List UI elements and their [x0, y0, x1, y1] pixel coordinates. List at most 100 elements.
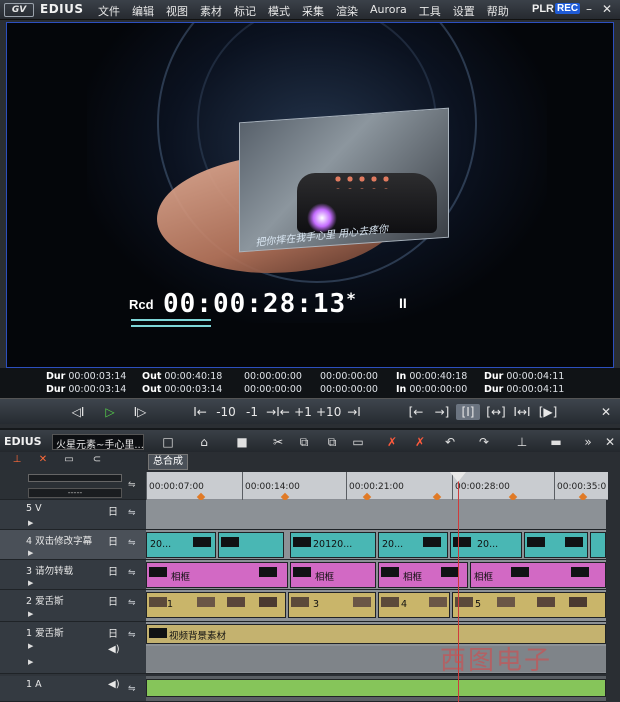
toggle-icon[interactable]: ⊂ [88, 454, 106, 468]
plr-button[interactable]: PLR [532, 3, 554, 15]
lane-4[interactable]: 20... 20120... 20... 20... [146, 530, 606, 560]
close-viewer-icon[interactable]: ✕ [598, 404, 614, 420]
forward-10-button[interactable]: +10 [316, 404, 341, 420]
mark-in-button[interactable]: [← [406, 404, 426, 420]
close-icon[interactable]: ✕ [600, 2, 614, 16]
cut-icon[interactable]: ✂ [270, 434, 286, 450]
menu-aurora[interactable]: Aurora [364, 3, 413, 19]
paste-icon[interactable]: ⧉ [324, 434, 340, 450]
video-clip[interactable]: 5 [452, 592, 606, 618]
track-header-2[interactable]: 2 爱舌斯 日 ⇋ ▶ [0, 590, 146, 622]
menu-render[interactable]: 渲染 [330, 3, 364, 19]
minimize-icon[interactable]: – [582, 2, 596, 16]
timeline-ruler[interactable]: 00:00:07:00 00:00:14:00 00:00:21:00 00:0… [146, 472, 608, 502]
tab-sequence[interactable]: 总合成 [148, 454, 188, 470]
menu-view[interactable]: 视图 [160, 3, 194, 19]
new-project-icon[interactable]: □ [160, 434, 176, 450]
video-clip[interactable]: 3 [288, 592, 376, 618]
step-button[interactable]: →I← [266, 404, 290, 420]
audio-clip[interactable] [146, 679, 606, 697]
frame-clip[interactable]: 相框 [378, 562, 468, 588]
track-header-4[interactable]: 4 双击修改字幕 日 ⇋ ▶ [0, 530, 146, 560]
rewind-1-button[interactable]: -1 [244, 404, 260, 420]
loop-button[interactable]: [▶] [536, 404, 560, 420]
expand-icon[interactable]: ▶ [28, 549, 33, 557]
lane-3[interactable]: 相框 相框 相框 相框 [146, 560, 606, 590]
title-clip[interactable]: 20... [450, 532, 522, 558]
title-clip[interactable]: 20... [378, 532, 448, 558]
rec-button[interactable]: REC [555, 3, 581, 14]
prev-frame-button[interactable]: ◁I [68, 404, 88, 420]
frame-clip[interactable]: 相框 [146, 562, 288, 588]
zoom-dropdown[interactable]: ----- [28, 488, 122, 498]
link-icon[interactable]: ▭ [60, 454, 78, 468]
speaker-icon[interactable]: ◀) [108, 679, 120, 690]
title-clip[interactable]: 20120... [290, 532, 376, 558]
video-track-icon[interactable]: 日 [108, 503, 118, 518]
expand-icon[interactable]: ▶ [28, 642, 33, 650]
ripple-button[interactable]: I↔I [510, 404, 534, 420]
track-header-5v[interactable]: 5 V 日 ⇋ ▶ [0, 500, 146, 530]
copy-icon[interactable]: ⧉ [296, 434, 312, 450]
replace-icon[interactable]: ▭ [350, 434, 366, 450]
menu-mode[interactable]: 模式 [262, 3, 296, 19]
expand-icon[interactable]: ▶ [28, 610, 33, 618]
recorder-viewer[interactable]: 把你摔在我手心里 用心去疼你 Rcd 00:00:28:13* II [6, 22, 614, 368]
track-header-3[interactable]: 3 请勿转载 日 ⇋ ▶ [0, 560, 146, 590]
video-track-icon[interactable]: 日 [108, 533, 118, 548]
video-clip[interactable]: 4 [378, 592, 450, 618]
video-track-icon[interactable]: 日 [108, 593, 118, 608]
track-header-1va[interactable]: 1 爱舌斯 日 ◀) ⇋ ▶ ▶ [0, 622, 146, 674]
ripple-delete-icon[interactable]: ✗ [412, 434, 428, 450]
rewind-10-button[interactable]: -10 [215, 404, 237, 420]
vertical-scrollbar[interactable] [608, 500, 620, 702]
marker-icon[interactable]: ⊥ [514, 434, 530, 450]
video-track-icon[interactable]: 日 [108, 625, 118, 640]
center-button[interactable]: [I] [456, 404, 480, 420]
next-frame-button[interactable]: I▷ [130, 404, 150, 420]
video-track-icon[interactable]: 日 [108, 563, 118, 578]
speaker-icon[interactable]: ◀) [108, 644, 120, 655]
expand-icon[interactable]: ▶ [28, 658, 33, 666]
play-button[interactable]: ▷ [100, 404, 120, 420]
title-clip[interactable] [524, 532, 588, 558]
sync-lock-icon[interactable]: ✕ [34, 454, 52, 468]
expand-icon[interactable]: ▶ [28, 519, 33, 527]
playhead-handle[interactable] [450, 472, 466, 482]
menu-marker[interactable]: 标记 [228, 3, 262, 19]
undo-icon[interactable]: ↶ [442, 434, 458, 450]
frame-clip[interactable]: 相框 [470, 562, 606, 588]
jump-start-button[interactable]: I← [190, 404, 210, 420]
frame-clip[interactable]: 相框 [290, 562, 376, 588]
lane-1a[interactable] [146, 676, 606, 702]
project-name-field[interactable]: 火星元素~手心里... [52, 434, 144, 450]
zoom-slider[interactable] [28, 474, 122, 482]
title-clip[interactable] [218, 532, 284, 558]
more-icon[interactable]: » [580, 434, 596, 450]
title-clip[interactable] [590, 532, 606, 558]
forward-1-button[interactable]: +1 [294, 404, 312, 420]
save-icon[interactable]: ■ [234, 434, 250, 450]
title-clip[interactable]: 20... [146, 532, 216, 558]
expand-icon[interactable]: ▶ [28, 579, 33, 587]
menu-help[interactable]: 帮助 [481, 3, 515, 19]
menu-edit[interactable]: 编辑 [126, 3, 160, 19]
mark-out-button[interactable]: →] [432, 404, 452, 420]
open-folder-icon[interactable]: ⌂ [196, 434, 212, 450]
menu-clip[interactable]: 素材 [194, 3, 228, 19]
split-button[interactable]: [↔] [484, 404, 508, 420]
video-clip[interactable]: 1 [146, 592, 286, 618]
render-icon[interactable]: ▬ [548, 434, 564, 450]
lane-5v[interactable] [146, 500, 606, 530]
jump-end-button[interactable]: →I [344, 404, 364, 420]
track-header-1a[interactable]: 1 A ◀) ⇋ [0, 676, 146, 702]
delete-icon[interactable]: ✗ [384, 434, 400, 450]
insert-mode-icon[interactable]: ⊥ [8, 454, 26, 468]
menu-capture[interactable]: 采集 [296, 3, 330, 19]
lane-2[interactable]: 1 3 4 5 [146, 590, 606, 622]
close-timeline-icon[interactable]: ✕ [602, 434, 618, 450]
menu-settings[interactable]: 设置 [447, 3, 481, 19]
menu-file[interactable]: 文件 [92, 3, 126, 19]
redo-icon[interactable]: ↷ [476, 434, 492, 450]
menu-tools[interactable]: 工具 [413, 3, 447, 19]
